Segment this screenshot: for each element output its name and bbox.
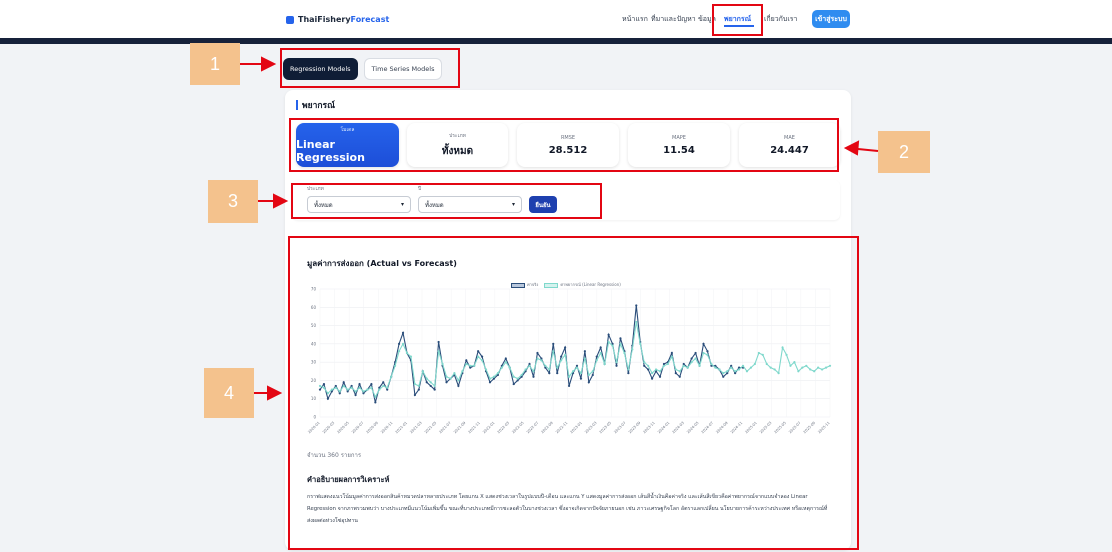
annotation-label-3: 3 bbox=[208, 180, 258, 223]
annotation-label-4: 4 bbox=[204, 368, 254, 418]
annotation-box-2 bbox=[289, 118, 839, 172]
annotation-label-2: 2 bbox=[878, 131, 930, 173]
nav-background[interactable]: ที่มาและปัญหา bbox=[651, 14, 696, 25]
annotation-box-3 bbox=[291, 183, 602, 219]
top-navbar bbox=[0, 0, 1112, 38]
brand-accent: Forecast bbox=[350, 15, 390, 24]
annotation-box-nav bbox=[712, 4, 763, 36]
logo-icon bbox=[286, 15, 294, 24]
forecast-section-title: พยากรณ์ bbox=[296, 98, 335, 112]
nav-about[interactable]: เกี่ยวกับเรา bbox=[764, 14, 797, 25]
annotation-box-1 bbox=[280, 48, 460, 88]
brand-main: ThaiFishery bbox=[298, 15, 351, 24]
section-title-text: พยากรณ์ bbox=[302, 101, 335, 111]
annotation-box-4 bbox=[288, 236, 859, 550]
nav-home[interactable]: หน้าแรก bbox=[622, 14, 648, 25]
login-button[interactable]: เข้าสู่ระบบ bbox=[812, 10, 850, 28]
brand-logo[interactable]: ThaiFishery Forecast bbox=[286, 15, 389, 24]
title-accent-bar bbox=[296, 100, 298, 110]
navbar-divider bbox=[0, 38, 1112, 44]
annotation-label-1: 1 bbox=[190, 43, 240, 85]
